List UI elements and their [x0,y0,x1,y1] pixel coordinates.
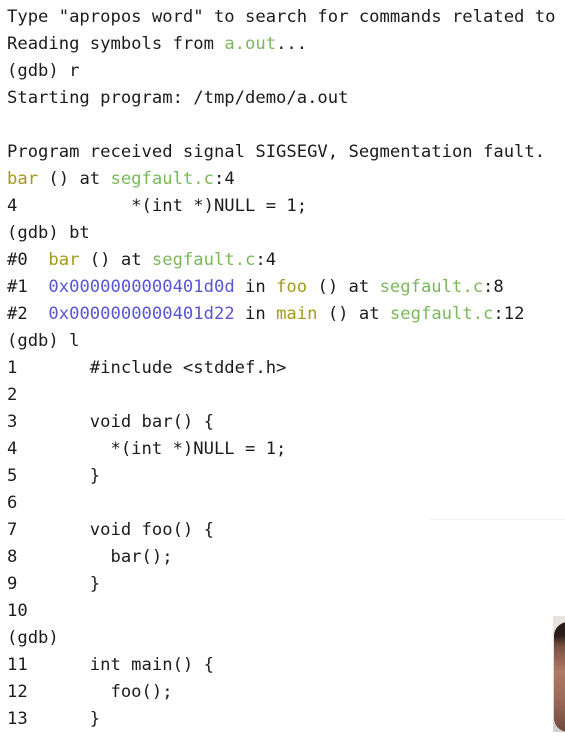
terminal-text-segment: (gdb) l [7,331,80,351]
terminal-line: 11 int main() { [7,652,214,679]
terminal-line: (gdb) l [7,328,79,355]
terminal-text-segment: #0 [7,250,49,270]
terminal-line: 10 [7,598,28,625]
terminal-text-segment: :8 [483,277,504,297]
terminal-text-segment: 0x0000000000401d0d [48,277,235,297]
terminal-text-segment: ... [276,34,308,54]
terminal-text-segment: #1 [7,277,49,297]
terminal-text-segment: 3 void bar() { [7,412,214,432]
terminal-text-segment: 4 *(int *)NULL = 1; [7,196,308,216]
terminal-text-segment: in [234,277,277,297]
terminal-line: #1 0x0000000000401d0d in foo () at segfa… [7,274,504,301]
terminal-line: 5 } [7,463,100,490]
terminal-line: Starting program: /tmp/demo/a.out [7,85,348,112]
terminal-line: Program received signal SIGSEGV, Segment… [7,139,545,166]
terminal-text-segment: :4 [213,169,235,189]
terminal-line: bar () at segfault.c:4 [7,166,235,193]
terminal-line: Type "apropos word" to search for comman… [7,4,555,31]
terminal-text-segment: 1 #include <stddef.h> [7,358,287,378]
terminal-text-segment: () at [38,169,111,189]
terminal-text-segment: Program received signal SIGSEGV, Segment… [7,142,546,162]
terminal-line: 13 } [7,706,100,733]
terminal-text-segment: 12 foo(); [7,682,173,702]
terminal-text-segment: () at [307,277,380,297]
terminal-line: 7 void foo() { [7,517,214,544]
terminal-text-segment: (gdb) [7,628,59,648]
terminal-text-segment: 5 } [7,466,101,486]
terminal-text-segment: #2 [7,304,49,324]
terminal-text-segment: 10 [7,601,28,621]
terminal-text-segment: main [276,304,318,324]
terminal-text-segment: Starting program: /tmp/demo/a.out [7,88,349,108]
terminal-line: 3 void bar() { [7,409,214,436]
terminal-text-segment: in [234,304,277,324]
presenter-face [554,622,565,732]
terminal-text-segment: bar [7,169,39,189]
terminal-text-segment: 7 void foo() { [7,520,214,540]
terminal-text-segment: segfault.c [110,169,214,189]
terminal-text-segment: segfault.c [379,277,484,297]
terminal-text-segment: 4 *(int *)NULL = 1; [7,439,287,459]
terminal-line: #2 0x0000000000401d22 in main () at segf… [7,301,524,328]
terminal-line: 2 [7,382,17,409]
terminal-text-segment: 11 int main() { [7,655,214,675]
terminal-text-segment: 8 bar(); [7,547,173,567]
terminal-line: 1 #include <stddef.h> [7,355,286,382]
terminal-line: (gdb) [7,625,59,652]
terminal-text-segment: () at [317,304,390,324]
terminal-line: 8 bar(); [7,544,173,571]
terminal-line: 4 *(int *)NULL = 1; [7,193,307,220]
terminal-line: (gdb) bt [7,220,90,247]
terminal-line: Reading symbols from a.out... [7,31,307,58]
terminal-text-segment: segfault.c [151,250,256,270]
terminal-line: #0 bar () at segfault.c:4 [7,247,276,274]
terminal-text-segment: Reading symbols from [7,34,225,54]
terminal-text-segment: 13 } [7,709,101,729]
terminal-text-segment: () at [79,250,152,270]
terminal-text-segment: :4 [255,250,277,270]
webcam-overlay [553,616,565,732]
terminal-text-segment: (gdb) bt [7,223,90,243]
terminal-line: 12 foo(); [7,679,173,706]
terminal-text-segment: 6 [7,493,18,513]
terminal-text-segment: :12 [493,304,525,324]
terminal-text-segment: 2 [7,385,18,405]
terminal-text-segment: 9 } [7,574,101,594]
terminal-line: 9 } [7,571,100,598]
terminal-line: 4 *(int *)NULL = 1; [7,436,286,463]
terminal-line: (gdb) r [7,58,79,85]
terminal-line: 6 [7,490,17,517]
terminal-text-segment: a.out [224,34,277,54]
terminal-output[interactable]: Type "apropos word" to search for comman… [7,0,565,738]
terminal-text-segment: segfault.c [389,304,494,324]
terminal-text-segment: foo [276,277,308,297]
gdb-terminal-window[interactable]: { "terminal": { "top_partial": "", "line… [0,0,565,732]
terminal-text-segment: (gdb) r [7,61,80,81]
divider [430,519,565,520]
terminal-text-segment: Type "apropos word" to search for comman… [7,7,556,27]
terminal-text-segment: bar [48,250,80,270]
terminal-text-segment: 0x0000000000401d22 [48,304,235,324]
